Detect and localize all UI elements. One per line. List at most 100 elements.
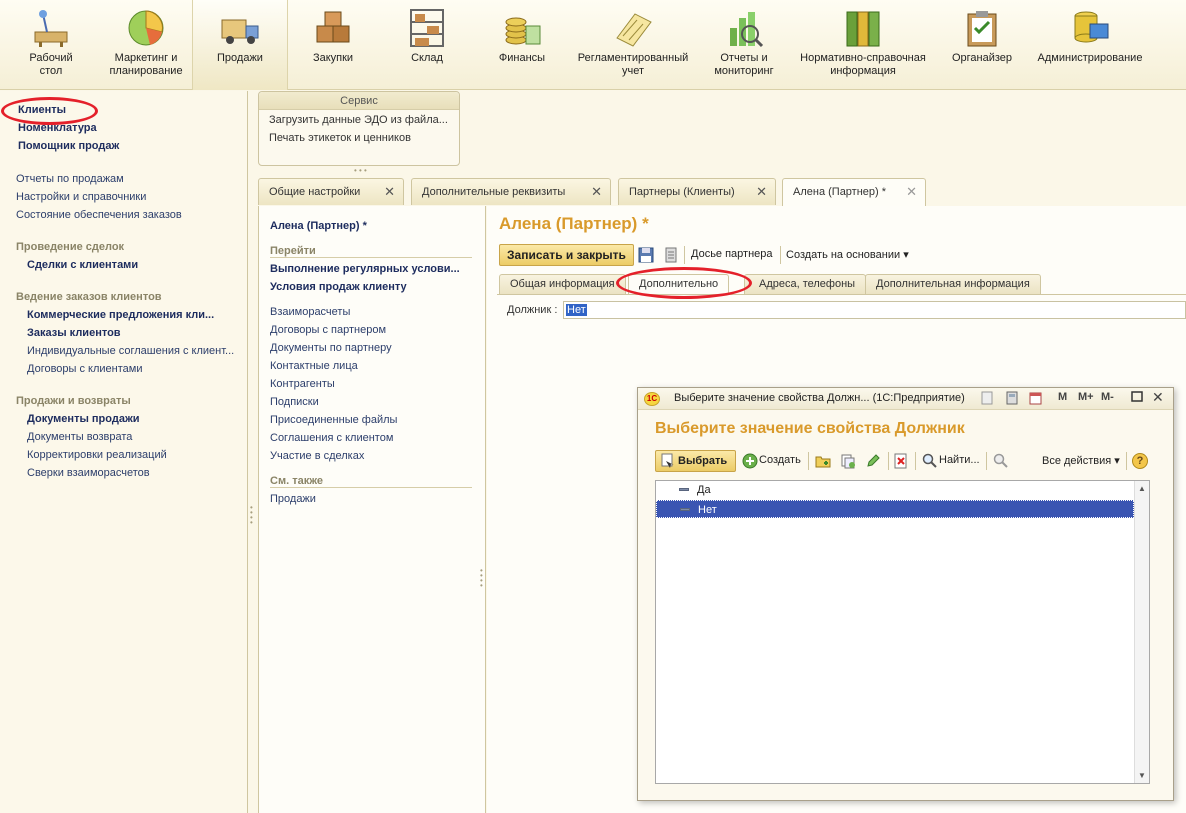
close-icon[interactable]: ✕	[591, 179, 602, 205]
service-title: Сервис	[259, 92, 459, 110]
list-item-selected[interactable]: Нет	[656, 500, 1134, 518]
nav-regular-conditions[interactable]: Выполнение регулярных услови...	[270, 263, 460, 275]
section-admin[interactable]: Администрирование	[1028, 0, 1152, 90]
nav-partner-docs[interactable]: Документы по партнеру	[270, 342, 392, 354]
copy-icon[interactable]	[840, 453, 856, 469]
nav-order-status[interactable]: Состояние обеспечения заказов	[16, 209, 182, 221]
maximize-icon[interactable]	[1131, 390, 1143, 405]
toolbar-separator	[986, 452, 987, 470]
toolbar-separator	[684, 246, 685, 264]
section-regulated[interactable]: Регламентированный учет	[568, 0, 698, 90]
section-desktop[interactable]: Рабочий стол	[2, 0, 100, 90]
tab-partners-clients[interactable]: Партнеры (Клиенты) ✕	[618, 178, 776, 205]
nav-deals-participation[interactable]: Участие в сделках	[270, 450, 364, 462]
nav-sales-reports[interactable]: Отчеты по продажам	[16, 173, 124, 185]
close-icon[interactable]: ✕	[1152, 389, 1164, 406]
edit-pencil-icon[interactable]	[865, 453, 881, 469]
toolbar-separator	[888, 452, 889, 470]
tab-additional-attrs[interactable]: Дополнительные реквизиты ✕	[411, 178, 611, 205]
all-actions-button[interactable]: Все действия ▾	[1042, 454, 1120, 467]
dossier-button[interactable]: Досье партнера	[691, 248, 773, 260]
close-icon[interactable]: ✕	[906, 179, 917, 205]
section-marketing[interactable]: Маркетинг и планирование	[100, 0, 192, 90]
splitter-grip[interactable]: • • • •	[480, 567, 483, 590]
nav-client-orders[interactable]: Заказы клиентов	[27, 327, 121, 339]
nav-form-title[interactable]: Алена (Партнер) *	[270, 220, 367, 232]
nav-sales-assistant[interactable]: Помощник продаж	[18, 140, 119, 152]
section-reports[interactable]: Отчеты и мониторинг	[698, 0, 790, 90]
nav-client-contracts[interactable]: Договоры с клиентами	[27, 363, 142, 375]
memory-minus-button[interactable]: M-	[1101, 391, 1114, 403]
nav-settings-refs[interactable]: Настройки и справочники	[16, 191, 146, 203]
tab-general-settings[interactable]: Общие настройки ✕	[258, 178, 404, 205]
see-also-head: См. также	[270, 475, 323, 487]
tab-alena-partner[interactable]: Алена (Партнер) * ✕	[782, 178, 926, 207]
nav-client-agreements[interactable]: Соглашения с клиентом	[270, 432, 393, 444]
highlight-oval-clients	[1, 97, 98, 125]
section-warehouse[interactable]: Склад	[378, 0, 476, 90]
nav-settlements[interactable]: Взаиморасчеты	[270, 306, 350, 318]
form-tab-additional-info[interactable]: Дополнительная информация	[865, 274, 1041, 294]
service-load-edo[interactable]: Загрузить данные ЭДО из файла...	[269, 114, 448, 126]
find-button[interactable]: Найти...	[939, 454, 980, 466]
nav-sales-conditions[interactable]: Условия продаж клиенту	[270, 281, 407, 293]
notebook-icon	[613, 8, 653, 48]
save-close-button[interactable]: Записать и закрыть	[499, 244, 634, 266]
clear-search-icon[interactable]	[993, 453, 1009, 469]
add-circle-icon[interactable]	[742, 453, 758, 469]
calendar-icon[interactable]	[1029, 391, 1042, 408]
section-organizer[interactable]: Органайзер	[936, 0, 1028, 90]
nav-contacts[interactable]: Контактные лица	[270, 360, 358, 372]
section-finance[interactable]: Финансы	[476, 0, 568, 90]
section-reference[interactable]: Нормативно-справочная информация	[790, 0, 936, 90]
nav-sales-corrections[interactable]: Корректировки реализаций	[27, 449, 167, 461]
clipboard-icon	[962, 8, 1002, 48]
dialog-titlebar[interactable]: 1С Выберите значение свойства Должн... (…	[638, 388, 1173, 410]
form-tab-addresses[interactable]: Адреса, телефоны	[744, 274, 867, 294]
nav-commercial-offers[interactable]: Коммерческие предложения кли...	[27, 309, 214, 321]
nav-attached-files[interactable]: Присоединенные файлы	[270, 414, 397, 426]
divider	[270, 257, 472, 258]
service-print-labels[interactable]: Печать этикеток и ценников	[269, 132, 411, 144]
scroll-up-icon[interactable]: ▲	[1138, 484, 1146, 493]
shelf-icon	[407, 8, 447, 48]
close-icon[interactable]: ✕	[756, 179, 767, 205]
memory-m-button[interactable]: M	[1058, 391, 1067, 403]
nav-sales[interactable]: Продажи	[270, 493, 316, 505]
nav-counterparties[interactable]: Контрагенты	[270, 378, 335, 390]
memory-plus-button[interactable]: M+	[1078, 391, 1094, 403]
item-icon	[679, 488, 689, 491]
list-item[interactable]: Да	[656, 481, 1134, 499]
save-icon[interactable]	[638, 247, 654, 263]
vertical-scrollbar[interactable]: ▲ ▼	[1134, 481, 1149, 783]
nav-sales-docs[interactable]: Документы продажи	[27, 413, 140, 425]
splitter-grip[interactable]: • • • •	[250, 504, 253, 527]
boxes-icon	[313, 8, 353, 48]
close-icon[interactable]: ✕	[384, 179, 395, 205]
values-list[interactable]: Да Нет ▲ ▼	[655, 480, 1150, 784]
create-based-button[interactable]: Создать на основании ▾	[786, 248, 909, 261]
form-tab-general[interactable]: Общая информация	[499, 274, 626, 294]
create-button[interactable]: Создать	[759, 454, 801, 466]
choose-button[interactable]: Выбрать	[655, 450, 736, 472]
section-sales[interactable]: Продажи	[192, 0, 288, 90]
scroll-down-icon[interactable]: ▼	[1138, 771, 1146, 780]
help-icon[interactable]: ?	[1132, 453, 1148, 469]
calculator-icon[interactable]	[1006, 391, 1018, 408]
service-panel: Сервис Загрузить данные ЭДО из файла... …	[258, 91, 460, 166]
section-purchases[interactable]: Закупки	[288, 0, 378, 90]
document-icon[interactable]	[663, 247, 679, 263]
nav-subscriptions[interactable]: Подписки	[270, 396, 319, 408]
service-grip[interactable]: • • •	[354, 167, 367, 175]
delete-icon[interactable]	[893, 453, 909, 469]
nav-partner-contracts[interactable]: Договоры с партнером	[270, 324, 386, 336]
debtor-field[interactable]: Нет	[563, 301, 1186, 319]
nav-return-docs[interactable]: Документы возврата	[27, 431, 132, 443]
add-folder-icon[interactable]	[815, 453, 831, 469]
document-icon[interactable]	[981, 391, 993, 408]
nav-individual-agreements[interactable]: Индивидуальные соглашения с клиент...	[27, 345, 234, 357]
search-icon[interactable]	[922, 453, 938, 469]
form-nav-panel: Алена (Партнер) * Перейти Выполнение рег…	[258, 206, 486, 813]
nav-client-deals[interactable]: Сделки с клиентами	[27, 259, 138, 271]
nav-reconciliations[interactable]: Сверки взаиморасчетов	[27, 467, 150, 479]
